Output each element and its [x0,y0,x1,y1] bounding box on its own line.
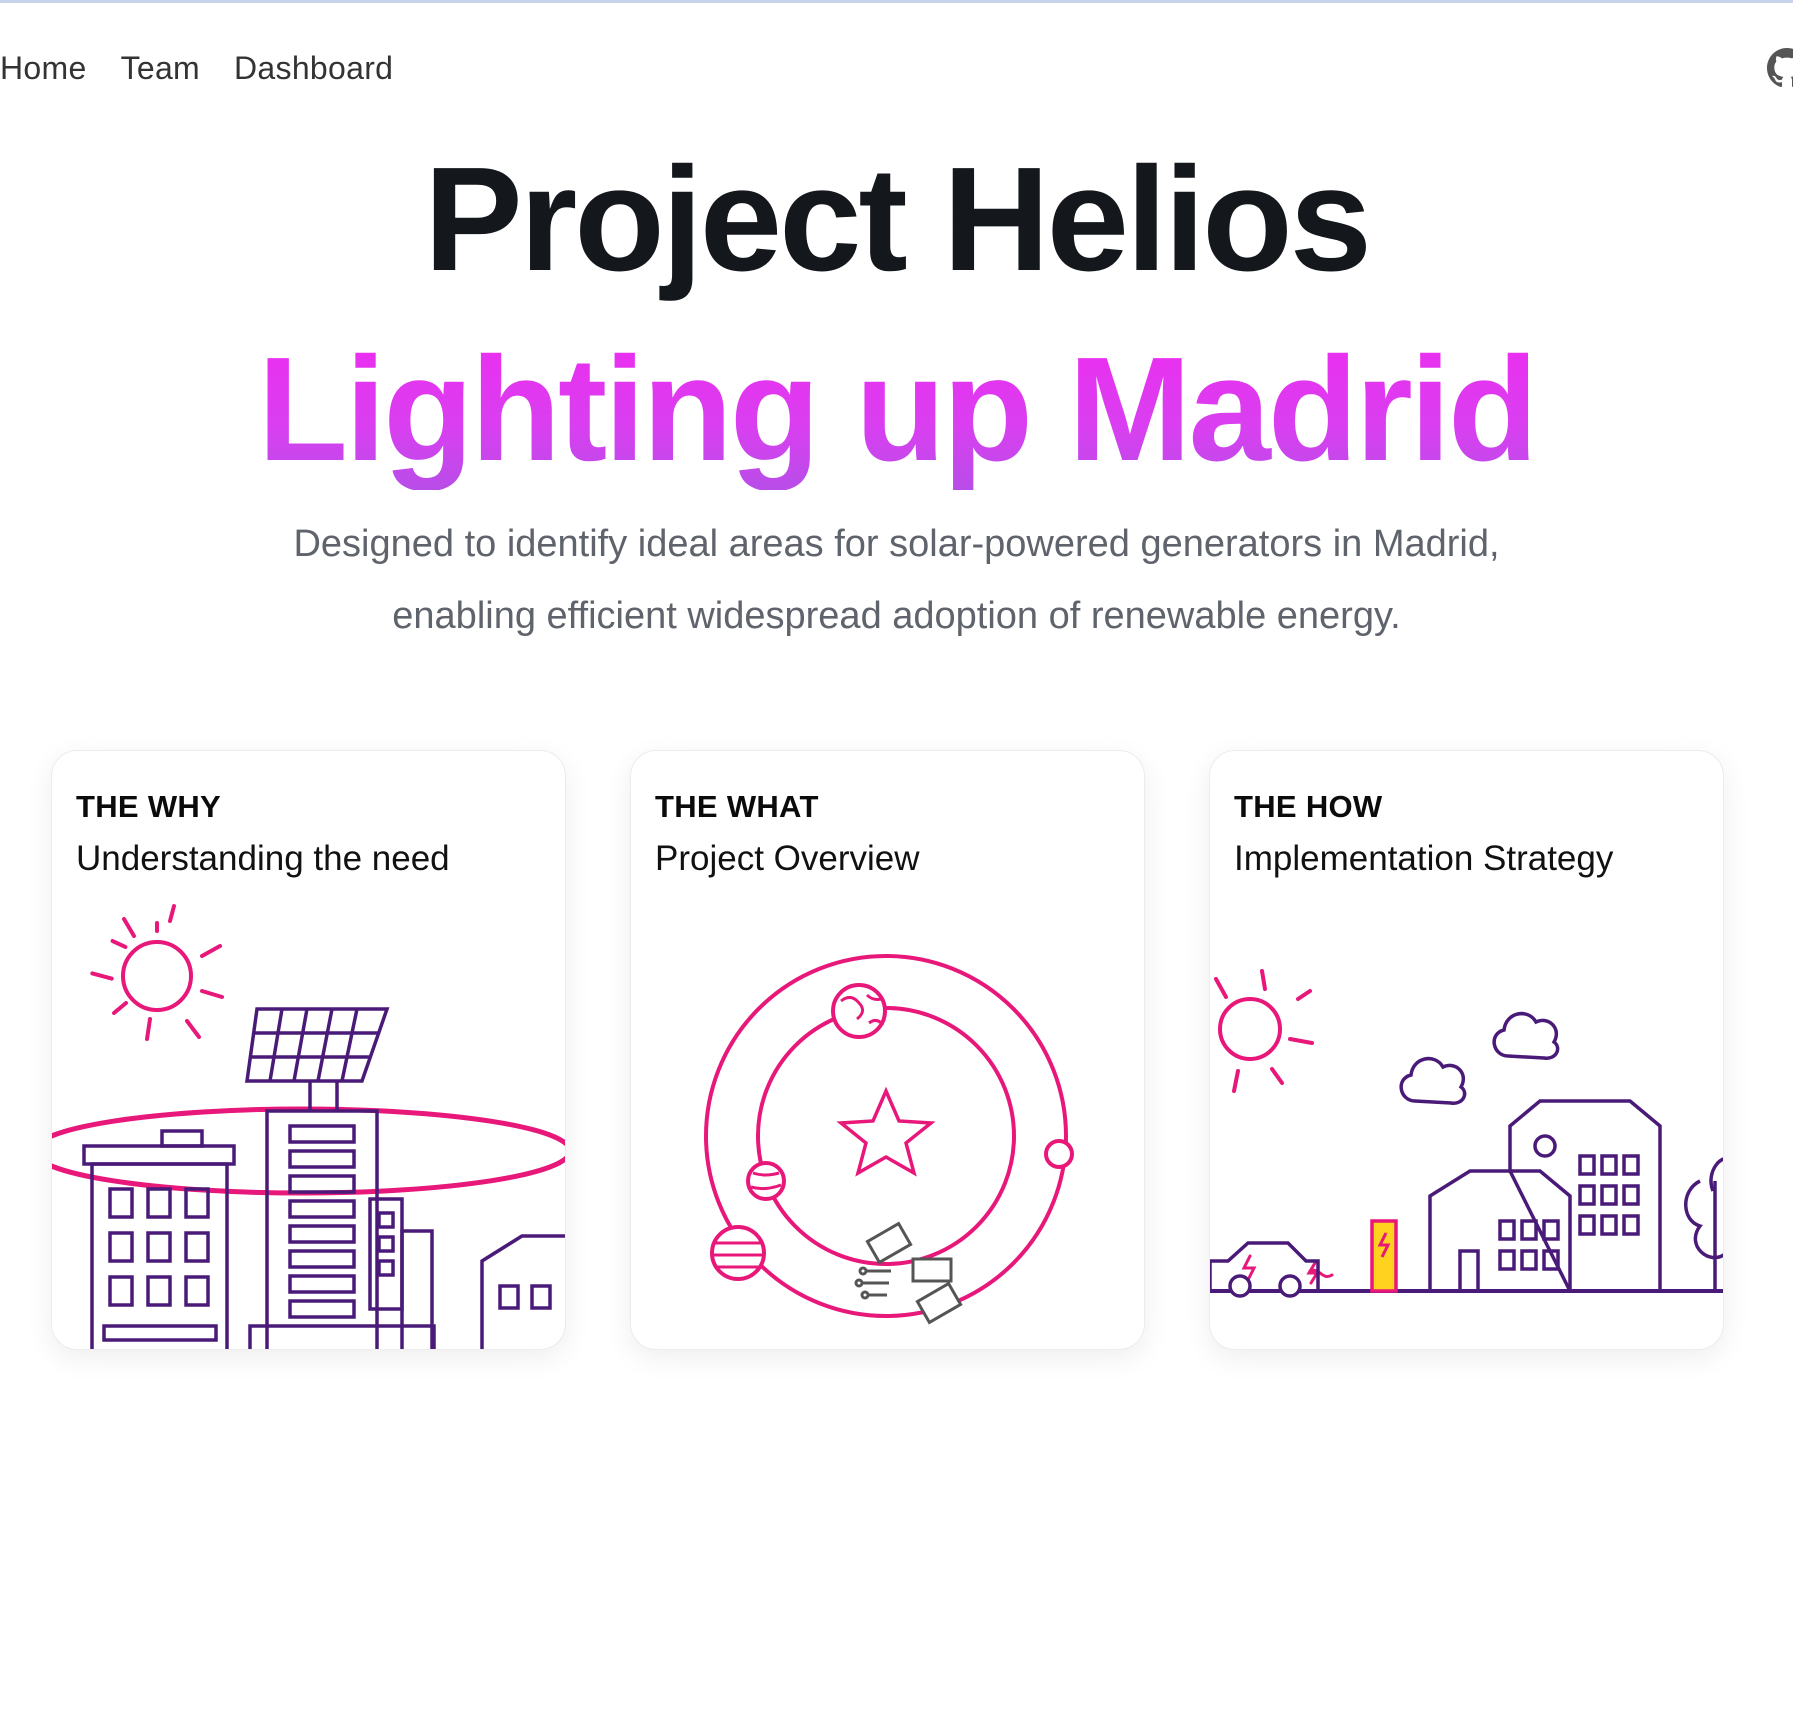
hero-description: Designed to identify ideal areas for sol… [0,508,1793,652]
page-subtitle: Lighting up Madrid [0,330,1793,490]
window-top-border [0,0,1793,3]
top-nav: Home Team Dashboard [0,46,427,90]
hero-description-line-2: enabling efficient widespread adoption o… [392,595,1401,637]
card-how-heading: Implementation Strategy [1234,839,1614,878]
card-why-heading: Understanding the need [76,839,450,878]
hero-description-line-1: Designed to identify ideal areas for sol… [293,523,1500,565]
nav-home-link[interactable]: Home [0,50,87,87]
nav-dashboard-link[interactable]: Dashboard [234,50,393,87]
card-how-kicker: THE HOW [1234,789,1383,824]
page-title: Project Helios [423,137,1372,302]
card-why-kicker: THE WHY [76,789,222,824]
card-what-heading: Project Overview [655,839,920,878]
nav-team-link[interactable]: Team [121,50,200,87]
card-how[interactable]: THE HOW Implementation Strategy [1209,750,1724,1350]
card-what-kicker: THE WHAT [655,789,819,824]
github-icon[interactable] [1767,48,1793,88]
card-why[interactable]: THE WHY Understanding the need [51,750,566,1350]
card-what[interactable]: THE WHAT Project Overview [630,750,1145,1350]
